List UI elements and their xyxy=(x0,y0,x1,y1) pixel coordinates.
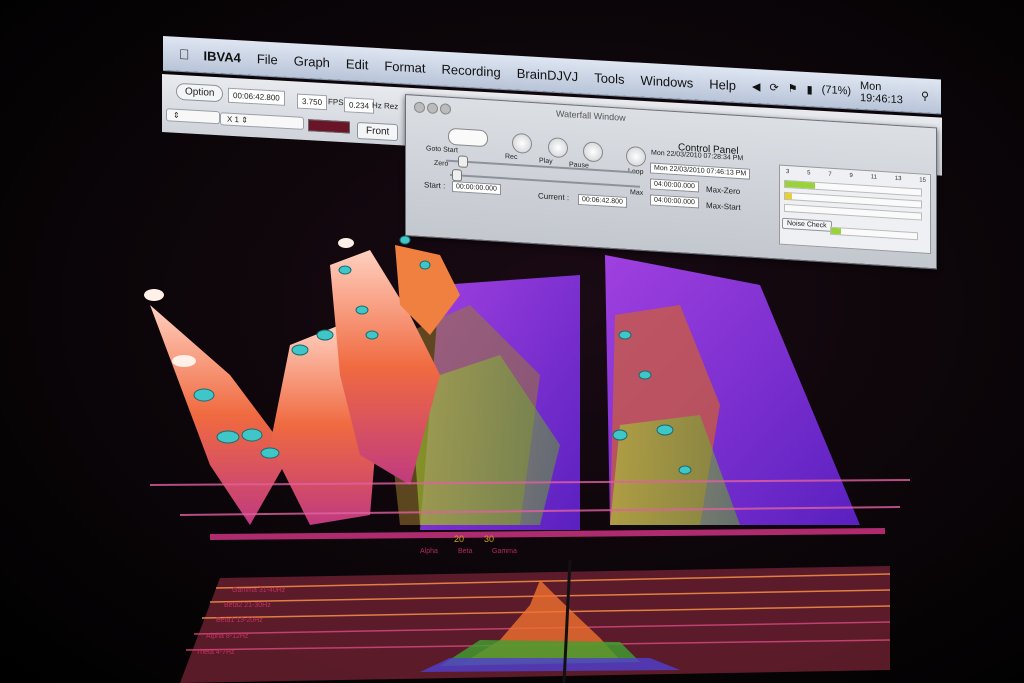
zero-slider-knob[interactable] xyxy=(458,155,468,168)
band-label-alpha: Alpha xyxy=(420,548,438,555)
elapsed-field[interactable]: 00:06:42.800 xyxy=(228,87,285,106)
band-label: Theta 4-7Hz xyxy=(196,649,235,656)
menu-braindjvj[interactable]: BrainDJVJ xyxy=(517,65,578,83)
session-end-date[interactable]: Mon 22/03/2010 07:46:13 PM xyxy=(650,162,751,180)
band-label: Gamma 31-40Hz xyxy=(232,587,286,594)
current-label: Current : xyxy=(538,191,570,203)
goto-start-button[interactable] xyxy=(448,127,488,148)
x-tick-20: 20 xyxy=(454,534,464,544)
marker xyxy=(612,429,628,441)
menu-tools[interactable]: Tools xyxy=(594,70,624,87)
menu-file[interactable]: File xyxy=(257,51,278,67)
apple-menu-icon[interactable]:  xyxy=(179,46,190,63)
status-area: ◀ ⟳ ⚑ ▮ (71%) Mon 19:46:13 ⚲ xyxy=(752,74,929,108)
marker xyxy=(216,430,240,444)
marker xyxy=(638,370,652,380)
max-zero-label: Max-Zero xyxy=(706,184,741,197)
menu-graph[interactable]: Graph xyxy=(294,53,330,70)
marker xyxy=(241,428,263,442)
current-field[interactable]: 00:06:42.800 xyxy=(578,193,627,208)
max-label: Max xyxy=(630,189,644,197)
band-label-gamma: Gamma xyxy=(492,548,517,555)
battery-percent: (71%) xyxy=(811,83,851,98)
spectrum-blue xyxy=(420,658,680,672)
battery-icon[interactable]: ▮ xyxy=(807,82,813,95)
marker xyxy=(419,260,431,270)
zoom-window-icon[interactable] xyxy=(440,103,451,115)
loop-button[interactable] xyxy=(626,145,646,168)
close-window-icon[interactable] xyxy=(414,101,425,114)
rec-button[interactable] xyxy=(512,132,532,154)
band-label: Alpha 8-12Hz xyxy=(206,633,249,640)
flag-icon[interactable]: ⚑ xyxy=(788,81,798,95)
app-menu[interactable]: IBVA4 xyxy=(204,48,241,65)
marker xyxy=(656,424,674,436)
marker xyxy=(365,330,379,340)
x-tick-30: 30 xyxy=(484,534,494,544)
zoom-select-value: X 1 xyxy=(227,114,240,125)
marker xyxy=(316,329,334,341)
marker xyxy=(355,305,369,315)
pause-button[interactable] xyxy=(583,141,603,163)
menu-windows[interactable]: Windows xyxy=(641,72,694,90)
x-axis-bar xyxy=(209,528,886,540)
marker xyxy=(260,447,280,459)
waterfall-graph: 20 30 Alpha Beta Gamma xyxy=(140,225,920,555)
marker xyxy=(193,388,215,402)
waterfall-canvas: 20 30 Alpha Beta Gamma xyxy=(144,235,911,555)
marker xyxy=(678,465,692,475)
marker xyxy=(338,265,352,275)
monitor-screen:  IBVA4 File Graph Edit Format Recording… xyxy=(0,0,1024,683)
start-field[interactable]: 00:00:00.000 xyxy=(452,180,501,196)
band-label: Beta1 13-20Hz xyxy=(216,617,263,624)
menu-clock[interactable]: Mon 19:46:13 xyxy=(860,80,912,107)
menu-format[interactable]: Format xyxy=(384,58,425,75)
rec-label: Rec xyxy=(505,153,518,162)
volume-icon[interactable]: ◀ xyxy=(752,79,760,92)
band-label: Beta2 21-30Hz xyxy=(224,602,271,609)
menu-help[interactable]: Help xyxy=(709,76,736,92)
mode-select[interactable]: ⇕ xyxy=(166,108,220,125)
max-start-label: Max-Start xyxy=(706,200,741,213)
band-panel: Gamma 31-40Hz Beta2 21-30Hz Beta1 13-20H… xyxy=(180,559,900,683)
window-title: Waterfall Window xyxy=(556,108,626,123)
marker-white xyxy=(144,289,164,301)
fps-field[interactable]: 3.750 xyxy=(297,93,328,111)
minimize-window-icon[interactable] xyxy=(427,102,438,115)
band-canvas: Gamma 31-40Hz Beta2 21-30Hz Beta1 13-20H… xyxy=(180,559,891,683)
hz-field[interactable]: 0.234 xyxy=(344,97,375,114)
max-slider-knob[interactable] xyxy=(452,168,462,182)
menu-recording[interactable]: Recording xyxy=(442,61,501,79)
marker xyxy=(399,235,411,245)
play-button[interactable] xyxy=(548,136,568,159)
zoom-select[interactable]: X 1 ⇕ xyxy=(220,112,304,130)
hz-label: Hz Rez xyxy=(372,100,399,112)
play-label: Play xyxy=(539,157,553,166)
marker-white xyxy=(172,355,196,367)
fps-label: FPS xyxy=(328,97,344,108)
marker-white xyxy=(338,238,354,248)
marker xyxy=(291,344,309,356)
start-label: Start : xyxy=(424,180,446,191)
front-button[interactable]: Front xyxy=(357,121,399,142)
option-button[interactable]: Option xyxy=(176,82,224,103)
marker xyxy=(618,330,632,340)
band-label-beta: Beta xyxy=(458,548,473,555)
sync-icon[interactable]: ⟳ xyxy=(770,80,779,94)
color-swatch[interactable] xyxy=(308,119,350,134)
goto-start-label: Goto Start xyxy=(426,145,458,155)
menu-edit[interactable]: Edit xyxy=(346,56,368,72)
max-zero-field[interactable]: 04:00:00.000 xyxy=(650,178,699,193)
max-start-field[interactable]: 04:00:00.000 xyxy=(650,194,699,209)
peak-1 xyxy=(150,305,290,525)
spotlight-icon[interactable]: ⚲ xyxy=(921,89,929,102)
